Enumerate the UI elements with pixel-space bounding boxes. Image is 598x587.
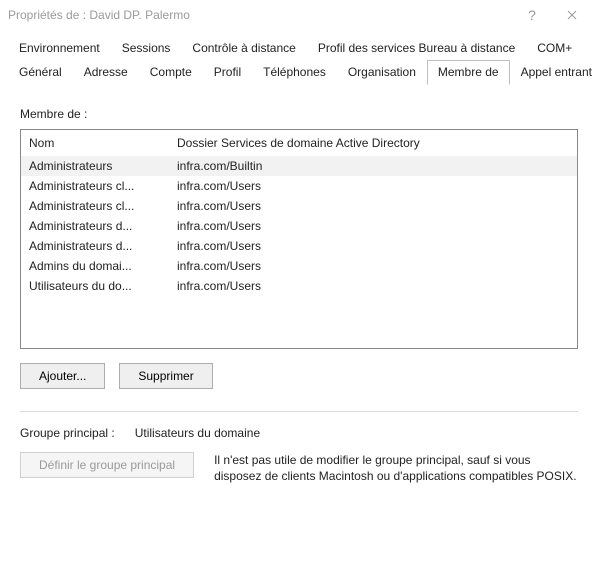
cell-name: Administrateurs cl... [29, 179, 177, 193]
cell-folder: infra.com/Users [177, 219, 569, 233]
member-of-list[interactable]: Nom Dossier Services de domaine Active D… [20, 129, 578, 349]
tab-organisation[interactable]: Organisation [337, 60, 427, 85]
tab-compte[interactable]: Compte [139, 60, 203, 85]
table-row[interactable]: Administrateurs d...infra.com/Users [21, 216, 577, 236]
primary-group-note: Il n'est pas utile de modifier le groupe… [214, 452, 578, 484]
tab-appel-entrant[interactable]: Appel entrant [510, 60, 598, 85]
cell-folder: infra.com/Users [177, 179, 569, 193]
cell-folder: infra.com/Users [177, 199, 569, 213]
remove-button[interactable]: Supprimer [119, 363, 212, 389]
tabstrip: EnvironnementSessionsContrôle à distance… [0, 30, 598, 85]
tab-general[interactable]: Général [8, 60, 73, 85]
window-title: Propriétés de : David DP. Palermo [8, 8, 512, 22]
cell-folder: infra.com/Users [177, 239, 569, 253]
close-icon [567, 10, 577, 20]
cell-name: Administrateurs cl... [29, 199, 177, 213]
column-header-folder[interactable]: Dossier Services de domaine Active Direc… [177, 136, 569, 150]
cell-folder: infra.com/Users [177, 279, 569, 293]
table-row[interactable]: Utilisateurs du do...infra.com/Users [21, 276, 577, 296]
table-row[interactable]: Admins du domai...infra.com/Users [21, 256, 577, 276]
tab-environnement[interactable]: Environnement [8, 36, 111, 60]
cell-name: Admins du domai... [29, 259, 177, 273]
primary-group-value: Utilisateurs du domaine [135, 426, 260, 440]
add-button[interactable]: Ajouter... [20, 363, 105, 389]
list-header[interactable]: Nom Dossier Services de domaine Active D… [21, 130, 577, 156]
cell-name: Administrateurs [29, 159, 177, 173]
cell-name: Administrateurs d... [29, 219, 177, 233]
close-button[interactable] [552, 0, 592, 30]
tab-content-membre-de: Membre de : Nom Dossier Services de doma… [0, 85, 598, 494]
table-row[interactable]: Administrateurs d...infra.com/Users [21, 236, 577, 256]
tab-telephones[interactable]: Téléphones [252, 60, 337, 85]
set-primary-group-button: Définir le groupe principal [20, 452, 194, 478]
table-row[interactable]: Administrateurs cl...infra.com/Users [21, 196, 577, 216]
cell-folder: infra.com/Builtin [177, 159, 569, 173]
cell-name: Utilisateurs du do... [29, 279, 177, 293]
cell-folder: infra.com/Users [177, 259, 569, 273]
table-row[interactable]: Administrateursinfra.com/Builtin [21, 156, 577, 176]
tab-profil[interactable]: Profil [203, 60, 252, 85]
member-of-label: Membre de : [20, 107, 578, 121]
primary-group-label: Groupe principal : [20, 426, 115, 440]
cell-name: Administrateurs d... [29, 239, 177, 253]
help-button[interactable]: ? [512, 0, 552, 30]
column-header-name[interactable]: Nom [29, 136, 177, 150]
tab-controle[interactable]: Contrôle à distance [181, 36, 306, 60]
divider [20, 411, 578, 412]
tab-membre-de[interactable]: Membre de [427, 60, 510, 85]
tab-complus[interactable]: COM+ [526, 36, 583, 60]
tab-sessions[interactable]: Sessions [111, 36, 182, 60]
titlebar: Propriétés de : David DP. Palermo ? [0, 0, 598, 30]
tab-profil-bureau[interactable]: Profil des services Bureau à distance [307, 36, 526, 60]
table-row[interactable]: Administrateurs cl...infra.com/Users [21, 176, 577, 196]
tab-adresse[interactable]: Adresse [73, 60, 139, 85]
